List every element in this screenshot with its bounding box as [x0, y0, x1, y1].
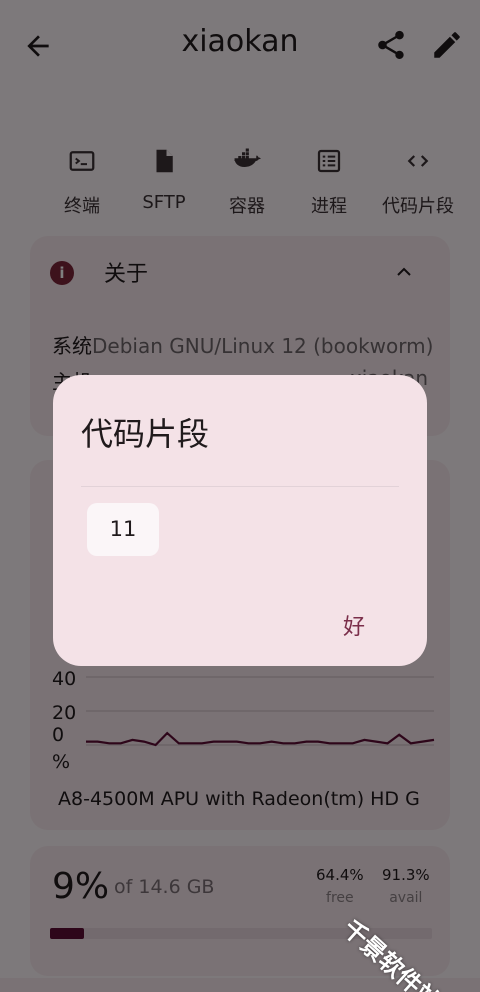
dialog-title: 代码片段 — [81, 415, 210, 453]
ok-button[interactable]: 好 — [343, 609, 365, 641]
dialog-divider — [81, 486, 399, 487]
snippet-chip[interactable]: 11 — [87, 503, 159, 556]
snippet-dialog: 代码片段 11 好 — [53, 375, 427, 666]
